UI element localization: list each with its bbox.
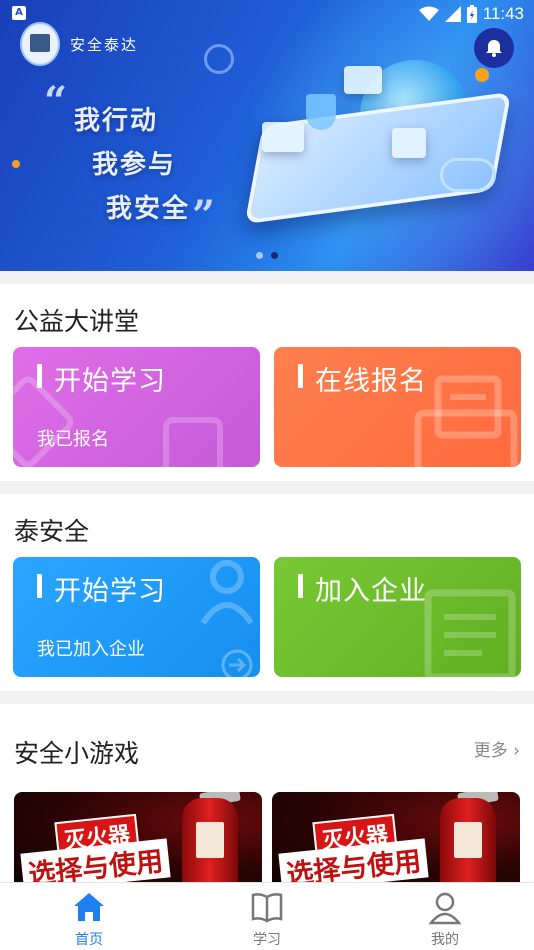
- carousel-indicator: [256, 252, 278, 259]
- slogan-line-3: 我安全: [106, 194, 191, 224]
- tile-accent-bar: [37, 364, 42, 388]
- app-name: 安全泰达: [70, 36, 139, 54]
- slogan-line-1: 我行动: [74, 106, 159, 136]
- tile-subtitle: 我已报名: [37, 429, 109, 450]
- notification-button[interactable]: [474, 28, 514, 68]
- game-thumbnail[interactable]: 灭火器 选择与使用: [14, 792, 262, 884]
- envelope-icon: [414, 375, 518, 467]
- more-link[interactable]: 更多 ›: [474, 736, 520, 761]
- wifi-icon: [418, 6, 439, 21]
- section-tai-safety: 泰安全 开始学习 我已加入企业 加入企业: [0, 494, 534, 691]
- decorative-dot: [12, 160, 20, 168]
- section-title: 安全小游戏: [14, 739, 140, 768]
- bottom-nav: 首页 学习 我的: [0, 882, 534, 950]
- arrow-circle-icon: [221, 649, 253, 677]
- decorative-dot: [475, 68, 489, 82]
- shield-illustration: [306, 94, 336, 130]
- decorative-shape: [163, 417, 223, 467]
- decorative-ring: [204, 44, 234, 74]
- section-title: 公益大讲堂: [14, 307, 140, 336]
- ui-card-illustration: [344, 66, 382, 94]
- nav-label: 首页: [75, 932, 103, 948]
- book-icon: [251, 893, 283, 923]
- chevron-right-icon: ›: [513, 741, 520, 761]
- cloud-illustration: [440, 158, 496, 192]
- app-screen: “ 我行动 我参与 我安全 ” A 11:43 安全泰达 公益大讲堂 开始学习 …: [0, 0, 534, 950]
- tile-start-learning-enterprise[interactable]: 开始学习 我已加入企业: [13, 557, 260, 677]
- tile-online-signup[interactable]: 在线报名: [274, 347, 521, 467]
- tile-subtitle: 我已加入企业: [37, 639, 145, 660]
- app-logo: [20, 22, 60, 66]
- tile-accent-bar: [37, 574, 42, 598]
- game-title-line2: 选择与使用: [278, 838, 429, 884]
- tile-title: 开始学习: [54, 576, 166, 607]
- bell-icon: [486, 40, 502, 57]
- ui-card-illustration: [262, 122, 304, 152]
- ui-card-illustration: [392, 128, 426, 158]
- open-quote-icon: “: [44, 78, 68, 125]
- tile-join-enterprise[interactable]: 加入企业: [274, 557, 521, 677]
- more-label: 更多: [473, 741, 508, 761]
- slogan-line-2: 我参与: [92, 150, 177, 180]
- nav-label: 学习: [253, 932, 281, 948]
- fire-extinguisher-illustration: [440, 798, 496, 884]
- carousel-dot[interactable]: [256, 252, 263, 259]
- game-title-line2: 选择与使用: [20, 838, 171, 884]
- user-icon: [428, 892, 462, 925]
- section-title: 泰安全: [14, 517, 90, 546]
- tile-title: 加入企业: [315, 576, 427, 607]
- status-bar: A 11:43: [0, 0, 534, 28]
- tile-title: 开始学习: [54, 366, 166, 397]
- tile-accent-bar: [298, 574, 303, 598]
- signal-icon: [444, 6, 461, 22]
- nav-home[interactable]: 首页: [0, 883, 178, 950]
- nav-label: 我的: [431, 932, 459, 948]
- nav-learning[interactable]: 学习: [178, 883, 356, 950]
- user-outline-icon: [200, 560, 254, 625]
- section-lecture-hall: 公益大讲堂 开始学习 我已报名 在线报名: [0, 284, 534, 481]
- tile-title: 在线报名: [315, 366, 427, 397]
- tile-start-learning[interactable]: 开始学习 我已报名: [13, 347, 260, 467]
- battery-icon: [466, 5, 477, 23]
- nav-mine[interactable]: 我的: [356, 883, 534, 950]
- document-icon: [424, 589, 516, 677]
- close-quote-icon: ”: [192, 192, 216, 239]
- status-time: 11:43: [482, 4, 524, 23]
- tile-accent-bar: [298, 364, 303, 388]
- home-icon: [74, 893, 104, 921]
- carousel-dot-active[interactable]: [271, 252, 278, 259]
- game-thumbnail[interactable]: 灭火器 选择与使用: [272, 792, 520, 884]
- fire-extinguisher-illustration: [182, 798, 238, 884]
- notification-badge: A: [12, 6, 26, 20]
